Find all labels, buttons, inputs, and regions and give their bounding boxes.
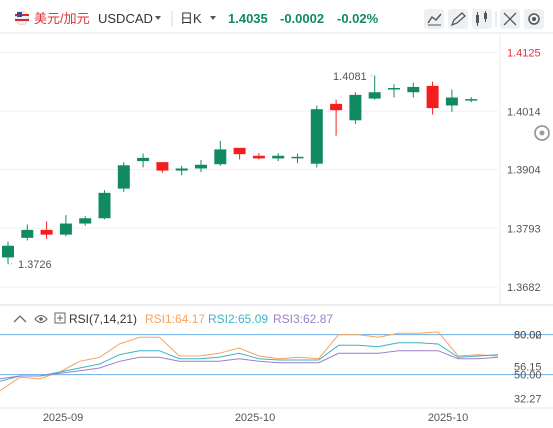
candle-body <box>445 97 458 106</box>
expand-icon[interactable] <box>500 9 520 29</box>
candle-body <box>98 192 111 219</box>
candle-body <box>79 218 92 224</box>
collapse-icon[interactable] <box>13 315 27 323</box>
price-tick-label: 1.3793 <box>507 223 541 235</box>
candle-body <box>407 86 420 93</box>
candle-body <box>291 156 304 159</box>
candle-body <box>310 109 323 164</box>
candle-body <box>59 223 72 235</box>
price-annotations: 1.4081 1.3726 <box>8 71 375 271</box>
candle-body <box>214 149 227 165</box>
candle-body <box>156 162 169 171</box>
candle-body <box>465 99 478 101</box>
rsi-label: RSI(7,14,21) <box>69 312 137 326</box>
rsi-tick-label: 50.00 <box>514 370 542 382</box>
header-bar: 美元/加元 USDCAD 日K 1.4035 -0.0002 -0.02% <box>14 9 544 29</box>
price-panel[interactable]: 1.4125 1.4014 1.3904 1.3793 1.3682 1.4081 1.3… <box>0 32 553 304</box>
line-chart-icon[interactable] <box>424 9 444 29</box>
flag-icon <box>14 10 30 26</box>
price-tick-label: 1.3904 <box>507 165 541 177</box>
candle-body <box>272 155 285 159</box>
price-tick-label: 1.4125 <box>507 48 541 60</box>
candle-body <box>175 168 188 171</box>
rsi-axis: 80.0080.0256.1550.0032.27 <box>514 330 542 406</box>
high-annotation: 1.4081 <box>333 71 367 83</box>
candle-body <box>330 103 343 111</box>
x-tick-label: 2025-09 <box>43 412 83 424</box>
rsi-lines <box>0 331 499 392</box>
settings-icon[interactable] <box>524 9 544 29</box>
candle-body <box>2 245 14 258</box>
price-tick-label: 1.3682 <box>507 282 541 294</box>
candle-body <box>426 85 439 109</box>
candle-body <box>21 229 34 238</box>
last-price: 1.4035 <box>228 11 268 26</box>
rsi-tick-label: 32.27 <box>514 393 542 405</box>
candle-body <box>388 88 400 90</box>
candle-body <box>368 92 381 99</box>
price-axis: 1.4125 1.4014 1.3904 1.3793 1.3682 <box>499 34 541 304</box>
rsi-tick-label: 80.02 <box>514 330 542 342</box>
price-grid <box>0 52 498 288</box>
rsi3-label: RSI3:62.87 <box>273 312 333 326</box>
rsi1-label: RSI1:64.17 <box>145 312 205 326</box>
symbol-label[interactable]: USDCAD <box>98 11 153 26</box>
candle-body <box>233 147 246 155</box>
candle-body <box>349 94 362 121</box>
rsi-grid <box>0 334 553 376</box>
candlestick-icon[interactable] <box>472 9 492 29</box>
period-dropdown-icon[interactable] <box>210 16 216 20</box>
candle-body <box>117 165 130 189</box>
x-axis: 2025-09 2025-10 2025-10 <box>0 407 553 424</box>
low-annotation: 1.3726 <box>18 259 52 271</box>
pair-name: 美元/加元 <box>34 11 90 26</box>
rsi2-label: RSI2:65.09 <box>208 312 268 326</box>
period-label[interactable]: 日K <box>180 11 202 26</box>
price-tick-label: 1.4014 <box>507 106 541 118</box>
rsi-panel[interactable]: RSI(7,14,21) RSI1:64.17 RSI2:65.09 RSI3:… <box>0 304 553 406</box>
x-tick-label: 2025-10 <box>428 412 468 424</box>
candle-body <box>40 229 53 235</box>
rsi-series-line-1 <box>0 331 499 392</box>
price-change-pct: -0.02% <box>337 11 379 26</box>
rsi-header: RSI(7,14,21) RSI1:64.17 RSI2:65.09 RSI3:… <box>13 312 333 326</box>
candle-body <box>252 155 265 159</box>
gear-icon[interactable] <box>534 125 550 141</box>
price-change: -0.0002 <box>280 11 324 26</box>
x-tick-label: 2025-10 <box>235 412 275 424</box>
candle-body <box>195 164 207 169</box>
symbol-dropdown-icon[interactable] <box>155 16 161 20</box>
draw-pen-icon[interactable] <box>448 9 468 29</box>
rsi-series-line-2 <box>0 342 499 382</box>
candle-body <box>137 157 150 162</box>
usdcad-chart[interactable]: 美元/加元 USDCAD 日K 1.4035 -0.0002 -0.02% 1.… <box>0 0 553 428</box>
